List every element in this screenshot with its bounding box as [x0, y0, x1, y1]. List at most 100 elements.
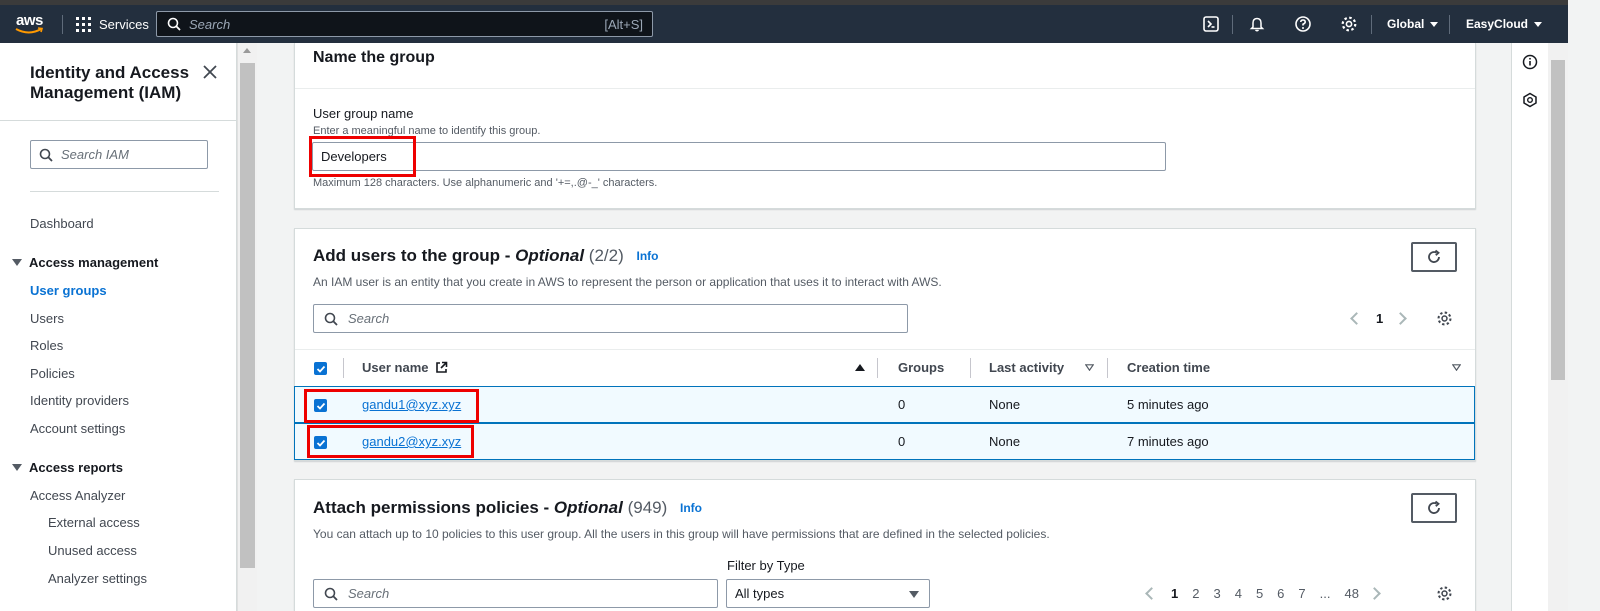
user-group-name-input[interactable] — [312, 142, 1166, 171]
chevron-left-icon[interactable] — [1145, 587, 1158, 600]
chevron-right-icon[interactable] — [1368, 587, 1381, 600]
chevron-right-icon[interactable] — [1394, 312, 1408, 325]
utility-panel-bar — [1511, 43, 1548, 611]
caret-down-icon — [12, 259, 22, 266]
sidebar-section-access-reports[interactable]: Access reports — [12, 460, 123, 475]
sidebar-section-access-management[interactable]: Access management — [12, 255, 158, 270]
column-header-last-activity[interactable]: Last activity — [989, 360, 1064, 375]
page-number[interactable]: 5 — [1249, 586, 1270, 601]
chevron-left-icon[interactable] — [1350, 312, 1363, 325]
add-users-heading: Add users to the group - Optional (2/2) … — [313, 246, 659, 266]
last-activity-cell: None — [989, 397, 1021, 412]
search-icon — [324, 312, 338, 326]
aws-smile-icon — [15, 27, 44, 34]
filter-type-value: All types — [735, 586, 785, 601]
global-search-box[interactable]: [Alt+S] — [156, 11, 653, 37]
global-search-input[interactable] — [189, 16, 605, 32]
groups-cell: 0 — [898, 434, 906, 449]
help-icon[interactable] — [1294, 15, 1312, 33]
user-group-name-constraint: Maximum 128 characters. Use alphanumeric… — [313, 177, 658, 189]
select-all-checkbox[interactable] — [314, 362, 327, 375]
sidebar-item-account-settings[interactable]: Account settings — [30, 421, 125, 436]
page-number[interactable]: 7 — [1291, 586, 1312, 601]
sidebar-item-identity-providers[interactable]: Identity providers — [30, 393, 129, 408]
table-preferences-gear-icon[interactable] — [1436, 310, 1453, 327]
page-number[interactable]: 48 — [1337, 586, 1365, 601]
sort-ascending-icon[interactable] — [855, 364, 865, 371]
notifications-bell-icon[interactable] — [1248, 15, 1266, 33]
sort-descending-icon[interactable] — [1452, 364, 1461, 371]
sidebar-scrollbar-thumb[interactable] — [240, 63, 255, 568]
aws-logo[interactable]: aws — [14, 12, 50, 38]
region-selector[interactable]: Global — [1387, 5, 1439, 43]
users-search-box[interactable] — [313, 304, 908, 333]
sidebar-search-input[interactable] — [61, 147, 201, 162]
info-link[interactable]: Info — [637, 249, 659, 263]
services-menu-button[interactable]: Services — [76, 5, 149, 43]
iam-sidebar: Identity and Access Management (IAM) Das… — [0, 43, 237, 611]
refresh-policies-button[interactable] — [1411, 493, 1457, 523]
policies-search-box[interactable] — [313, 579, 718, 608]
page-scrollbar-thumb[interactable] — [1551, 60, 1565, 380]
cloudshell-icon[interactable] — [1202, 15, 1220, 33]
name-group-heading: Name the group — [313, 49, 435, 66]
account-label: EasyCloud — [1466, 17, 1529, 31]
page-number[interactable]: 4 — [1228, 586, 1249, 601]
table-preferences-gear-icon[interactable] — [1436, 585, 1453, 602]
sidebar-item-external-access[interactable]: External access — [48, 515, 140, 530]
scroll-up-arrow-icon[interactable] — [243, 48, 251, 53]
services-label: Services — [99, 16, 149, 32]
security-shield-icon[interactable] — [1522, 92, 1538, 108]
search-icon — [324, 587, 338, 601]
policies-pagination: 1 2 3 4 5 6 7 ... 48 — [1145, 586, 1381, 601]
column-header-creation-time[interactable]: Creation time — [1127, 360, 1210, 375]
filter-type-select[interactable]: All types — [726, 579, 930, 608]
selected-count: (2/2) — [588, 246, 624, 265]
highlight-annotation — [307, 425, 474, 458]
page-number[interactable]: 3 — [1206, 586, 1227, 601]
heading-optional: Optional — [515, 246, 585, 265]
search-icon — [39, 148, 53, 162]
nav-separator — [1371, 15, 1372, 34]
attach-policies-heading: Attach permissions policies - Optional (… — [313, 498, 702, 518]
account-menu[interactable]: EasyCloud — [1466, 5, 1543, 43]
filter-by-type-label: Filter by Type — [727, 558, 805, 573]
sidebar-item-access-analyzer[interactable]: Access Analyzer — [30, 488, 125, 503]
info-circle-icon[interactable] — [1522, 54, 1538, 70]
groups-cell: 0 — [898, 397, 906, 412]
page-number[interactable]: 1 — [1369, 311, 1390, 326]
page-edge — [1568, 0, 1600, 611]
checkmark-icon — [316, 365, 325, 373]
sidebar-item-users[interactable]: Users — [30, 311, 64, 326]
page-number[interactable]: 1 — [1164, 586, 1185, 601]
settings-gear-icon[interactable] — [1340, 15, 1358, 33]
sidebar-item-dashboard[interactable]: Dashboard — [30, 216, 94, 231]
services-grid-icon — [76, 16, 91, 32]
sidebar-item-user-groups[interactable]: User groups — [30, 283, 107, 298]
policies-search-input[interactable] — [348, 586, 717, 601]
users-search-input[interactable] — [348, 311, 907, 326]
sidebar-search-box[interactable] — [30, 140, 208, 169]
sidebar-item-roles[interactable]: Roles — [30, 338, 63, 353]
info-link[interactable]: Info — [680, 501, 702, 515]
heading-optional: Optional — [553, 498, 623, 517]
page-number[interactable]: 6 — [1270, 586, 1291, 601]
refresh-users-button[interactable] — [1411, 242, 1457, 272]
users-table-header: User name Groups Last activity Creation … — [295, 349, 1475, 386]
close-icon[interactable] — [203, 65, 217, 79]
caret-down-icon — [909, 591, 919, 598]
page-ellipsis: ... — [1319, 586, 1331, 601]
policies-count: (949) — [627, 498, 668, 517]
card-divider — [295, 88, 1475, 89]
sort-descending-icon[interactable] — [1085, 364, 1094, 371]
column-label: User name — [362, 360, 429, 375]
sidebar-item-unused-access[interactable]: Unused access — [48, 543, 137, 558]
sidebar-item-analyzer-settings[interactable]: Analyzer settings — [48, 571, 147, 586]
search-shortcut-hint: [Alt+S] — [604, 16, 643, 32]
creation-time-cell: 7 minutes ago — [1127, 434, 1209, 449]
sidebar-item-policies[interactable]: Policies — [30, 366, 75, 381]
page-number[interactable]: 2 — [1185, 586, 1206, 601]
column-header-username[interactable]: User name — [362, 360, 448, 375]
column-header-groups[interactable]: Groups — [898, 360, 944, 375]
refresh-icon — [1428, 500, 1440, 514]
